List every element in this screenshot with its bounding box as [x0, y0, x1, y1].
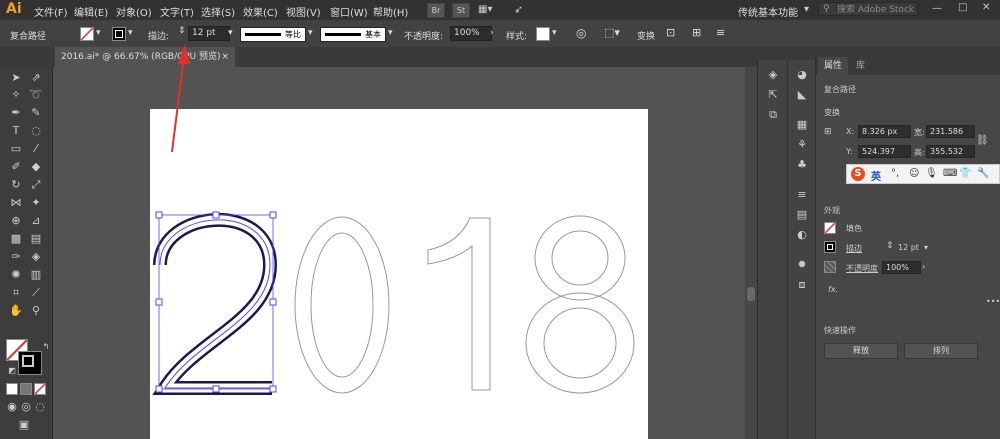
char-1-outline[interactable] — [427, 217, 491, 391]
opacity-label[interactable]: 不透明度 — [846, 263, 878, 274]
color-guide-icon[interactable]: ◣ — [795, 88, 809, 102]
appearance-icon[interactable]: ✹ — [795, 258, 809, 272]
keyboard-icon[interactable]: ⌨ — [943, 168, 957, 179]
more-options-icon[interactable]: ••• — [986, 297, 1000, 306]
char-8-outline[interactable] — [525, 215, 635, 394]
selected-char-2[interactable] — [152, 213, 278, 395]
tab-libraries[interactable]: 库 — [850, 57, 871, 75]
artwork-layer — [152, 44, 635, 395]
vertical-scrollbar[interactable] — [745, 67, 757, 439]
char-0-outline[interactable] — [294, 216, 390, 394]
stroke-panel-icon[interactable]: ≡ — [795, 188, 809, 202]
minimize-icon[interactable]: — — [932, 3, 942, 14]
opacity-icon — [824, 261, 836, 273]
emoji-icon[interactable]: ☺ — [909, 168, 919, 179]
graphic-styles-icon[interactable]: ⧈ — [795, 278, 809, 292]
stroke-value[interactable]: 12 pt — [898, 243, 919, 252]
y-label: Y: — [846, 147, 853, 156]
close-icon[interactable]: ✕ — [982, 2, 990, 13]
panel-dock-1: ◈ ⇱ ⧉ — [757, 60, 788, 439]
height-field[interactable]: 355.532 — [926, 145, 975, 158]
workspace-switcher[interactable]: 传统基本功能 — [738, 4, 798, 19]
reference-point-icon[interactable]: ⊞ — [824, 127, 832, 137]
effects-button[interactable]: fx. — [828, 285, 838, 294]
fill-label: 填色 — [846, 224, 862, 233]
swatches-icon[interactable]: ▦ — [795, 118, 809, 132]
width-field[interactable]: 231.586 — [926, 125, 975, 138]
scrollbar-thumb[interactable] — [747, 287, 755, 301]
transparency-icon[interactable]: ◐ — [795, 228, 809, 242]
settings-icon[interactable]: 🔧 — [977, 168, 989, 179]
stock-search-input[interactable]: 搜索 Adobe Stock — [818, 2, 918, 16]
arrange-button[interactable]: 排列 — [904, 343, 978, 359]
opacity-field[interactable]: 100% — [882, 261, 921, 274]
h-label: 高: — [914, 148, 925, 157]
transform-section-title: 变换 — [824, 108, 840, 117]
stroke-square-icon — [827, 244, 833, 250]
quick-actions-title: 快速操作 — [824, 326, 856, 335]
w-label: 宽: — [914, 128, 925, 137]
export-icon[interactable]: ⇱ — [766, 88, 780, 102]
color-icon[interactable]: ◕ — [795, 68, 809, 82]
artboards-icon[interactable]: ⧉ — [766, 108, 780, 122]
chevron-down-icon[interactable]: ▾ — [804, 4, 809, 15]
panel-stroke-swatch[interactable] — [824, 241, 836, 253]
gradient-panel-icon[interactable]: ▤ — [795, 208, 809, 222]
symbols-icon[interactable]: ♣ — [795, 158, 809, 172]
y-field[interactable]: 524.397 — [858, 145, 911, 158]
chevron-right-icon[interactable]: › — [922, 262, 925, 271]
panel-object-type: 复合路径 — [824, 85, 856, 94]
x-label: X: — [846, 127, 855, 136]
skin-icon[interactable]: 👕 — [959, 168, 971, 179]
ime-language-toggle[interactable]: 英 — [871, 168, 881, 183]
layers-icon[interactable]: ◈ — [766, 68, 780, 82]
release-button[interactable]: 释放 — [824, 343, 898, 359]
stepper-icon[interactable]: ⇕ — [886, 241, 894, 251]
x-field[interactable]: 8.326 px — [858, 125, 911, 138]
constrain-proportions-icon[interactable]: ⛓ — [976, 135, 989, 146]
search-icon: ⚲ — [823, 4, 830, 14]
ime-logo[interactable]: S — [851, 167, 865, 181]
panel-fill-swatch[interactable] — [824, 222, 836, 234]
punctuation-icon[interactable]: °, — [891, 168, 899, 179]
maximize-icon[interactable]: □ — [958, 2, 967, 13]
stroke-label[interactable]: 描边 — [846, 243, 862, 254]
tab-properties[interactable]: 属性 — [818, 57, 849, 75]
chevron-down-icon[interactable]: ▾ — [924, 243, 928, 252]
panel-dock-2: ◕ ◣ ▦ ⚘ ♣ ≡ ▤ ◐ ✹ ⧈ — [787, 60, 816, 439]
ime-toolbar: S 英 °, ☺ 🎙 ⌨ 👕 🔧 — [846, 164, 1000, 184]
appearance-section-title: 外观 — [824, 206, 840, 215]
properties-panel: 属性 库 复合路径 变换 ⊞ X: 8.326 px 宽: 231.586 ⛓ … — [815, 57, 1000, 439]
brushes-icon[interactable]: ⚘ — [795, 138, 809, 152]
microphone-icon[interactable]: 🎙 — [925, 168, 938, 179]
annotation-arrow — [171, 44, 190, 153]
no-fill-icon — [824, 222, 836, 234]
